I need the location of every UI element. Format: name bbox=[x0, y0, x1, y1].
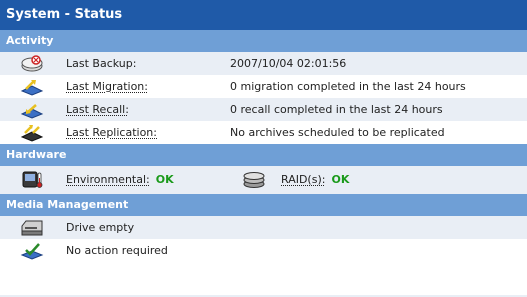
replication-icon bbox=[20, 125, 44, 142]
backup-icon bbox=[21, 55, 43, 72]
last-backup-value: 2007/10/04 02:01:56 bbox=[230, 57, 347, 70]
action-status-text: No action required bbox=[66, 244, 168, 257]
last-recall-link[interactable]: Last Recall: bbox=[66, 98, 129, 121]
last-recall-value: 0 recall completed in the last 24 hours bbox=[230, 103, 443, 116]
environmental-link[interactable]: Environmental: bbox=[66, 173, 150, 186]
activity-row-migration: Last Migration: 0 migration completed in… bbox=[0, 75, 527, 98]
last-migration-value: 0 migration completed in the last 24 hou… bbox=[230, 80, 466, 93]
last-replication-link[interactable]: Last Replication: bbox=[66, 121, 157, 144]
drive-status-text: Drive empty bbox=[66, 221, 135, 234]
section-header-media-management: Media Management bbox=[0, 194, 527, 216]
recall-icon bbox=[20, 104, 44, 119]
last-replication-value: No archives scheduled to be replicated bbox=[230, 126, 445, 139]
activity-row-recall: Last Recall: 0 recall completed in the l… bbox=[0, 98, 527, 121]
panel-title: System - Status bbox=[0, 0, 527, 30]
last-backup-label: Last Backup: bbox=[66, 57, 137, 70]
raid-link[interactable]: RAID(s): bbox=[281, 173, 325, 186]
thermometer-icon bbox=[22, 171, 43, 188]
system-status-panel: System - Status Activity Last Backup: 20… bbox=[0, 0, 527, 297]
raid-status: RAID(s): OK bbox=[281, 166, 349, 194]
section-header-activity: Activity bbox=[0, 30, 527, 52]
media-row-drive: Drive empty bbox=[0, 216, 527, 239]
drive-icon bbox=[21, 220, 43, 236]
checkmark-icon bbox=[20, 243, 44, 260]
environmental-ok-badge: OK bbox=[155, 173, 174, 186]
raid-disks-icon bbox=[243, 172, 265, 188]
media-row-action: No action required bbox=[0, 239, 527, 262]
environmental-status: Environmental: OK bbox=[66, 166, 174, 194]
last-migration-link[interactable]: Last Migration: bbox=[66, 75, 148, 98]
section-header-hardware: Hardware bbox=[0, 144, 527, 166]
raid-ok-badge: OK bbox=[331, 173, 350, 186]
activity-row-replication: Last Replication: No archives scheduled … bbox=[0, 121, 527, 144]
hardware-row: Environmental: OK RAID(s): OK bbox=[0, 166, 527, 194]
activity-row-backup: Last Backup: 2007/10/04 02:01:56 bbox=[0, 52, 527, 75]
migration-icon bbox=[20, 80, 44, 96]
